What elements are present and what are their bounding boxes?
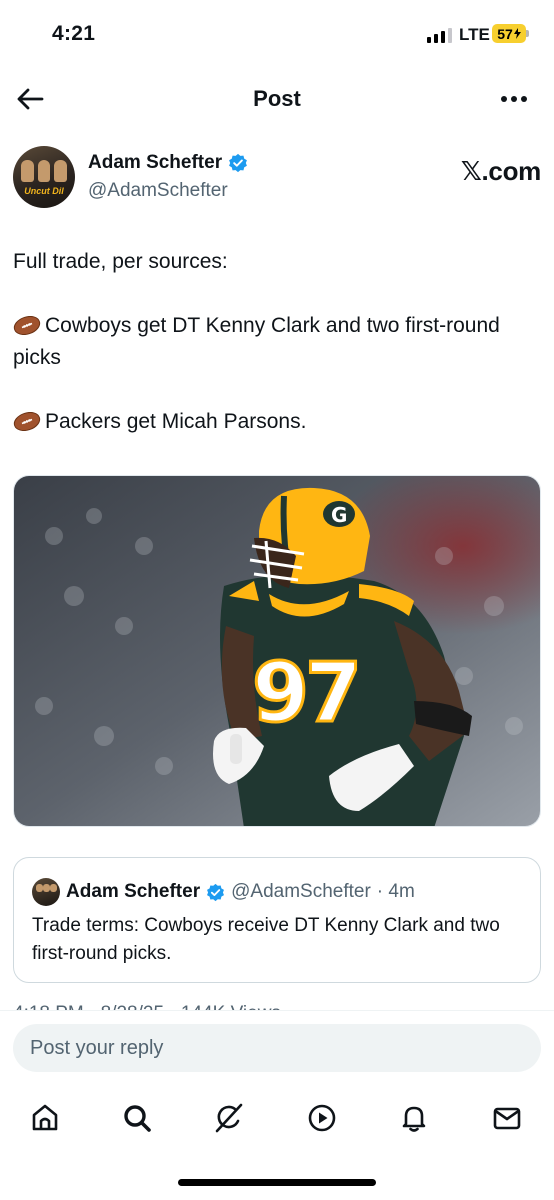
post-paragraph: Packers get Micah Parsons.: [13, 406, 541, 438]
post-text: Full trade, per sources: Cowboys get DT …: [13, 246, 541, 438]
source-label: 𝕏.com: [460, 156, 541, 186]
post-paragraph: Cowboys get DT Kenny Clark and two first…: [13, 314, 500, 369]
status-time: 4:21: [52, 22, 96, 45]
avatar-photo: [21, 160, 68, 182]
nav-grok[interactable]: [209, 1098, 249, 1138]
search-icon: [124, 1105, 151, 1132]
svg-text:G: G: [331, 503, 347, 527]
quote-time: · 4m: [376, 881, 415, 902]
nav-video[interactable]: [302, 1098, 342, 1138]
home-indicator[interactable]: [178, 1179, 376, 1186]
nav-messages[interactable]: [487, 1098, 527, 1138]
messages-icon: [493, 1107, 521, 1130]
page-title: Post: [253, 86, 301, 111]
post-image[interactable]: 97 G: [13, 475, 541, 827]
charging-bolt-icon: [513, 28, 521, 39]
quote-author-handle: @AdamSchefter: [231, 881, 371, 902]
author-name[interactable]: Adam Schefter: [88, 152, 222, 174]
nav-home[interactable]: [25, 1098, 65, 1138]
nav-search[interactable]: [117, 1098, 157, 1138]
quote-text: Trade terms: Cowboys receive DT Kenny Cl…: [32, 915, 500, 964]
verified-badge-icon: [207, 883, 225, 901]
network-type: LTE: [459, 25, 490, 44]
bottom-navigation: [0, 1084, 554, 1154]
quote-avatar: [32, 878, 60, 906]
author-row: Uncut Dil Adam Schefter @AdamSchefter 𝕏.…: [13, 146, 541, 212]
status-bar: 4:21 LTE 57: [0, 0, 554, 70]
video-icon: [308, 1104, 336, 1132]
battery-icon: 57: [492, 24, 526, 43]
more-options-button[interactable]: [495, 86, 533, 112]
player-photo: 97 G: [14, 476, 540, 826]
quote-header: Adam Schefter @AdamSchefter · 4m: [32, 878, 415, 906]
avatar-logo-text: Uncut Dil: [24, 186, 64, 196]
more-horizontal-icon: [501, 96, 527, 102]
verified-badge-icon: [229, 153, 248, 173]
quoted-post[interactable]: Adam Schefter @AdamSchefter · 4m Trade t…: [13, 857, 541, 983]
battery-level: 57: [497, 25, 513, 42]
reply-bar: [0, 1010, 554, 1084]
notifications-icon: [402, 1106, 426, 1132]
nav-notifications[interactable]: [394, 1098, 434, 1138]
author-name-wrap: Adam Schefter: [88, 152, 248, 174]
cellular-signal-icon: [427, 27, 452, 43]
american-football-emoji: [13, 316, 41, 335]
grok-icon: [215, 1103, 243, 1133]
battery-cap: [526, 30, 529, 37]
home-icon: [32, 1104, 58, 1131]
american-football-emoji: [13, 412, 41, 431]
author-handle[interactable]: @AdamSchefter: [88, 180, 228, 202]
quote-author-name: Adam Schefter: [66, 881, 201, 902]
post-paragraph: Full trade, per sources:: [13, 250, 228, 273]
jersey-number: 97: [252, 646, 358, 741]
post-header: Post: [0, 72, 554, 126]
reply-input[interactable]: [13, 1024, 541, 1072]
avatar[interactable]: Uncut Dil: [13, 146, 75, 208]
